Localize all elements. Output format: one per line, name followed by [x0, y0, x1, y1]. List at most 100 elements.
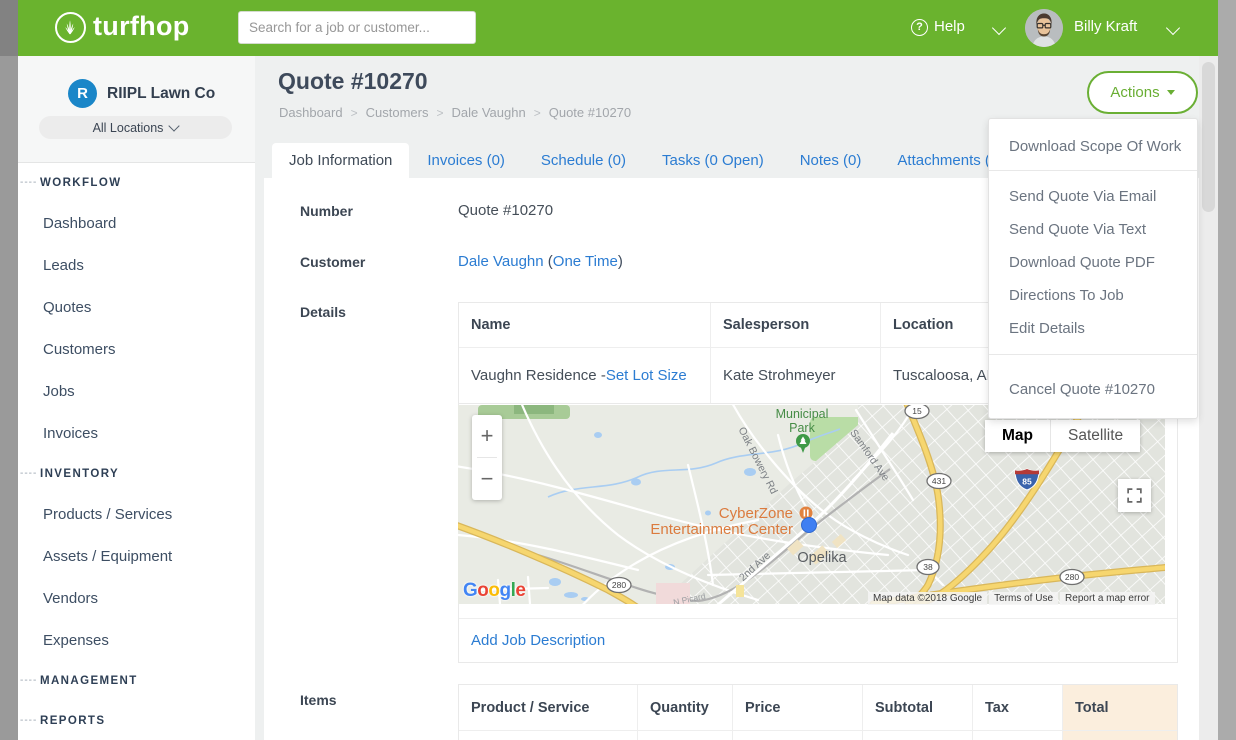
sidebar-item-vendors[interactable]: Vendors — [43, 590, 98, 607]
sidebar-section-inventory: INVENTORY — [40, 468, 119, 480]
breadcrumb-dale-vaughn[interactable]: Dale Vaughn — [452, 105, 526, 120]
customer-type-link[interactable]: One Time — [553, 253, 618, 270]
actions-dropdown-menu: Download Scope Of Work Send Quote Via Em… — [988, 118, 1198, 419]
details-label: Details — [300, 304, 346, 320]
terms-of-use-link[interactable]: Terms of Use — [989, 592, 1058, 605]
tab-bar: Job Information Invoices (0) Schedule (0… — [264, 143, 1021, 178]
details-salesperson-cell: Kate Strohmeyer — [711, 348, 881, 403]
paren-open: ( — [544, 253, 553, 270]
sidebar-item-invoices[interactable]: Invoices — [43, 425, 98, 442]
sidebar-item-expenses[interactable]: Expenses — [43, 632, 109, 649]
window-edge-right — [1218, 0, 1236, 740]
sidebar-item-jobs[interactable]: Jobs — [43, 383, 75, 400]
section-dashes-icon: ---- — [20, 468, 37, 479]
add-job-description-link[interactable]: Add Job Description — [471, 632, 605, 649]
menu-item-edit-details[interactable]: Edit Details — [989, 312, 1197, 345]
map-type-control: Map Satellite — [985, 420, 1140, 452]
company-logo: R — [68, 79, 97, 108]
location-chevron-icon — [169, 120, 180, 131]
items-label: Items — [300, 692, 337, 708]
sidebar-item-customers[interactable]: Customers — [43, 341, 116, 358]
menu-divider — [989, 354, 1197, 355]
route-shield-15: 15 — [905, 405, 929, 419]
google-logo[interactable]: Google — [463, 580, 525, 602]
sidebar-item-dashboard[interactable]: Dashboard — [43, 215, 116, 232]
window-edge-left — [0, 0, 18, 740]
location-filter-button[interactable]: All Locations — [39, 116, 232, 139]
sidebar-item-leads[interactable]: Leads — [43, 257, 84, 274]
breadcrumb-customers[interactable]: Customers — [366, 105, 429, 120]
description-row: Add Job Description — [459, 618, 1177, 662]
window-edge-left-top — [0, 0, 18, 56]
job-name-text: Vaughn Residence - — [471, 367, 606, 384]
items-header-quantity: Quantity — [638, 685, 733, 731]
items-header-tax: Tax — [973, 685, 1063, 731]
help-menu[interactable]: Help — [934, 18, 965, 35]
breadcrumb-separator: > — [436, 106, 443, 120]
menu-item-download-quote-pdf[interactable]: Download Quote PDF — [989, 246, 1197, 279]
svg-text:15: 15 — [912, 406, 922, 416]
section-dashes-icon: ---- — [20, 715, 37, 726]
sidebar-section-workflow: WORKFLOW — [40, 177, 121, 189]
job-location-marker[interactable] — [802, 518, 817, 533]
global-search-input[interactable] — [238, 11, 476, 44]
user-avatar[interactable] — [1025, 9, 1063, 47]
breadcrumb: Dashboard > Customers > Dale Vaughn > Qu… — [279, 105, 631, 120]
details-header-salesperson: Salesperson — [711, 303, 881, 348]
section-dashes-icon: ---- — [20, 177, 37, 188]
customer-link[interactable]: Dale Vaughn — [458, 253, 544, 270]
svg-text:38: 38 — [923, 562, 933, 572]
turfhop-grass-icon[interactable] — [55, 12, 86, 43]
map-attribution: Map data ©2018 Google Terms of Use Repor… — [868, 592, 1155, 605]
number-label: Number — [300, 203, 353, 219]
user-menu[interactable]: Billy Kraft — [1074, 18, 1137, 35]
zoom-out-button[interactable]: − — [472, 458, 502, 500]
sidebar-section-management[interactable]: MANAGEMENT — [40, 675, 138, 687]
map-view-button[interactable]: Map — [985, 420, 1050, 452]
page-title: Quote #10270 — [278, 68, 428, 95]
menu-item-send-quote-text[interactable]: Send Quote Via Text — [989, 213, 1197, 246]
map-label-cyberzone: CyberZone — [719, 505, 793, 522]
satellite-view-button[interactable]: Satellite — [1050, 420, 1140, 452]
breadcrumb-dashboard[interactable]: Dashboard — [279, 105, 343, 120]
menu-item-send-quote-email[interactable]: Send Quote Via Email — [989, 180, 1197, 213]
paren-close: ) — [618, 253, 623, 270]
app-window: turfhop ? Help Billy Kraft R RIIPL Lawn … — [0, 0, 1236, 740]
sidebar-item-assets-equipment[interactable]: Assets / Equipment — [43, 548, 172, 565]
route-shield-280-right: 280 — [1060, 570, 1084, 585]
help-icon: ? — [911, 19, 928, 36]
menu-item-cancel-quote[interactable]: Cancel Quote #10270 — [989, 364, 1197, 406]
tab-invoices[interactable]: Invoices (0) — [409, 143, 523, 178]
sidebar-item-quotes[interactable]: Quotes — [43, 299, 91, 316]
map-label-entertainment-center: Entertainment Center — [650, 521, 793, 538]
caret-down-icon — [1167, 90, 1175, 95]
tab-job-information[interactable]: Job Information — [272, 143, 409, 178]
map-label-park: Park — [789, 421, 815, 435]
fullscreen-button[interactable] — [1118, 479, 1151, 512]
items-header-subtotal: Subtotal — [863, 685, 973, 731]
items-header-product-service: Product / Service — [459, 685, 638, 731]
svg-text:280: 280 — [612, 580, 626, 590]
set-lot-size-link[interactable]: Set Lot Size — [606, 367, 687, 384]
menu-item-directions-to-job[interactable]: Directions To Job — [989, 279, 1197, 312]
company-name: RIIPL Lawn Co — [107, 85, 215, 103]
menu-divider — [989, 170, 1197, 171]
details-header-name: Name — [459, 303, 711, 348]
menu-item-download-scope[interactable]: Download Scope Of Work — [989, 125, 1197, 170]
location-filter-label: All Locations — [93, 121, 164, 135]
items-empty-row — [459, 731, 1177, 740]
svg-text:85: 85 — [1022, 477, 1032, 487]
breadcrumb-separator: > — [351, 106, 358, 120]
zoom-in-button[interactable]: + — [472, 415, 502, 457]
sidebar-item-products-services[interactable]: Products / Services — [43, 506, 172, 523]
tab-tasks[interactable]: Tasks (0 Open) — [644, 143, 782, 178]
sidebar-section-reports[interactable]: REPORTS — [40, 715, 105, 727]
customer-value: Dale Vaughn (One Time) — [458, 253, 623, 270]
tab-schedule[interactable]: Schedule (0) — [523, 143, 644, 178]
actions-button[interactable]: Actions — [1087, 71, 1198, 114]
scrollbar-thumb[interactable] — [1202, 62, 1215, 212]
tab-notes[interactable]: Notes (0) — [782, 143, 880, 178]
report-map-error-link[interactable]: Report a map error — [1060, 592, 1154, 605]
customer-label: Customer — [300, 254, 365, 270]
svg-text:431: 431 — [932, 476, 946, 486]
